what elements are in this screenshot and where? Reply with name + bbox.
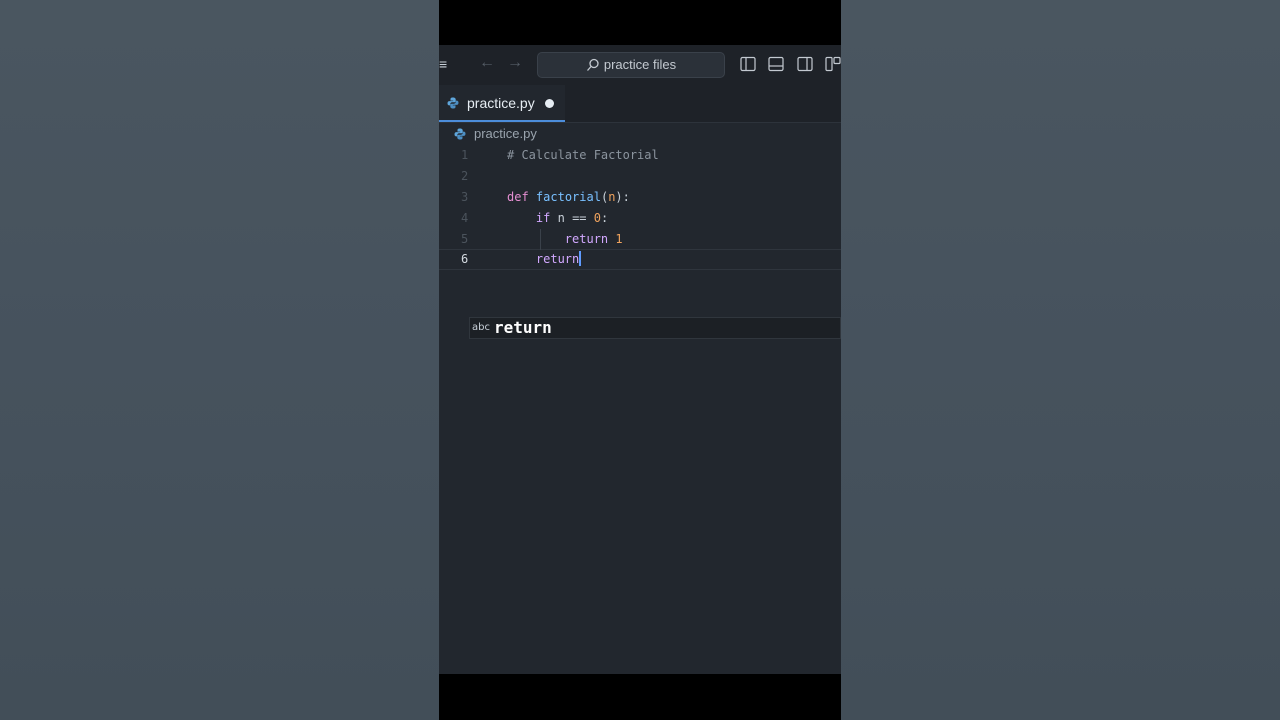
toggle-panel-icon[interactable] xyxy=(768,56,784,72)
customize-layout-icon[interactable] xyxy=(825,56,841,72)
search-icon xyxy=(586,58,599,71)
text-cursor xyxy=(579,251,582,266)
code-line[interactable]: 5 return 1 xyxy=(439,229,841,250)
line-text: # Calculate Factorial xyxy=(507,148,659,162)
line-number: 6 xyxy=(461,252,469,266)
python-file-icon xyxy=(454,128,466,140)
code-line[interactable]: 2 xyxy=(439,166,841,187)
indent-guide xyxy=(540,229,541,250)
toggle-primary-sidebar-icon[interactable] xyxy=(740,56,756,72)
code-line-current[interactable]: 6 return xyxy=(439,249,841,270)
line-number: 5 xyxy=(461,232,469,246)
line-number: 1 xyxy=(461,148,469,162)
editor-window: ≡ ← → practice files practice.py practic… xyxy=(439,45,841,674)
tab-practice-py[interactable]: practice.py xyxy=(439,85,565,122)
python-file-icon xyxy=(447,97,459,109)
forward-arrow-icon[interactable]: → xyxy=(507,54,523,72)
breadcrumb-file[interactable]: practice.py xyxy=(474,126,537,141)
line-number: 2 xyxy=(461,169,469,183)
tab-bar: practice.py xyxy=(439,85,841,123)
code-line[interactable]: 4 if n == 0: xyxy=(439,208,841,229)
command-center-search[interactable]: practice files xyxy=(537,52,725,78)
background-left xyxy=(0,0,439,720)
line-number: 3 xyxy=(461,190,469,204)
tab-label: practice.py xyxy=(467,95,535,111)
line-text: def factorial(n): xyxy=(507,190,630,204)
text-kind-icon: abc xyxy=(472,322,490,333)
title-bar: ≡ ← → practice files xyxy=(439,45,841,85)
code-editor[interactable]: 1 # Calculate Factorial 2 3 def factoria… xyxy=(439,145,841,674)
line-text: return xyxy=(535,251,582,266)
unsaved-changes-dot-icon[interactable] xyxy=(545,99,554,108)
back-arrow-icon[interactable]: ← xyxy=(479,54,495,72)
autocomplete-suggestion[interactable]: abc return xyxy=(469,317,841,339)
line-text: return 1 xyxy=(564,232,623,246)
search-label: practice files xyxy=(603,57,677,72)
line-text: if n == 0: xyxy=(535,211,609,225)
code-line[interactable]: 3 def factorial(n): xyxy=(439,187,841,208)
hamburger-menu-icon[interactable]: ≡ xyxy=(439,57,448,71)
toggle-secondary-sidebar-icon[interactable] xyxy=(797,56,813,72)
background-right xyxy=(841,0,1280,720)
suggestion-label: return xyxy=(494,318,552,337)
video-frame: ≡ ← → practice files practice.py practic… xyxy=(439,0,841,720)
line-number: 4 xyxy=(461,211,469,225)
breadcrumb: practice.py xyxy=(439,123,841,145)
code-line[interactable]: 1 # Calculate Factorial xyxy=(439,145,841,166)
